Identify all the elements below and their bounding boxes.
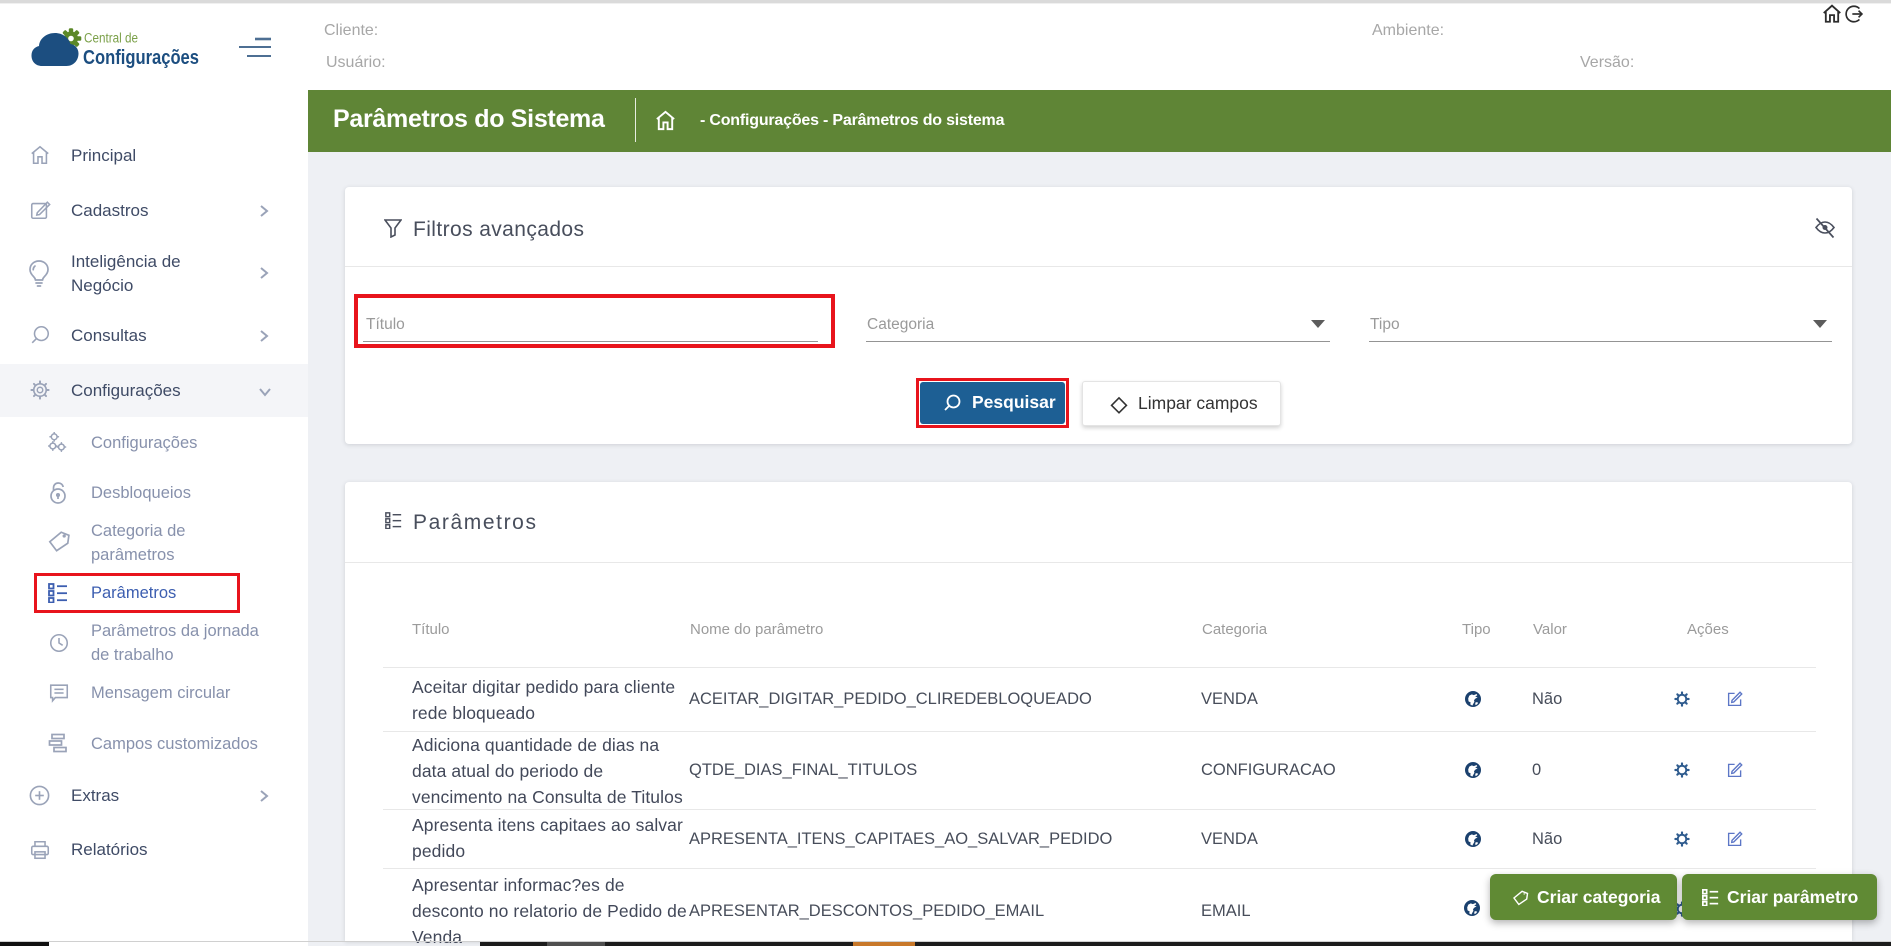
svg-text:Configurações: Configurações (83, 46, 199, 69)
svg-text:Central de: Central de (84, 31, 138, 46)
